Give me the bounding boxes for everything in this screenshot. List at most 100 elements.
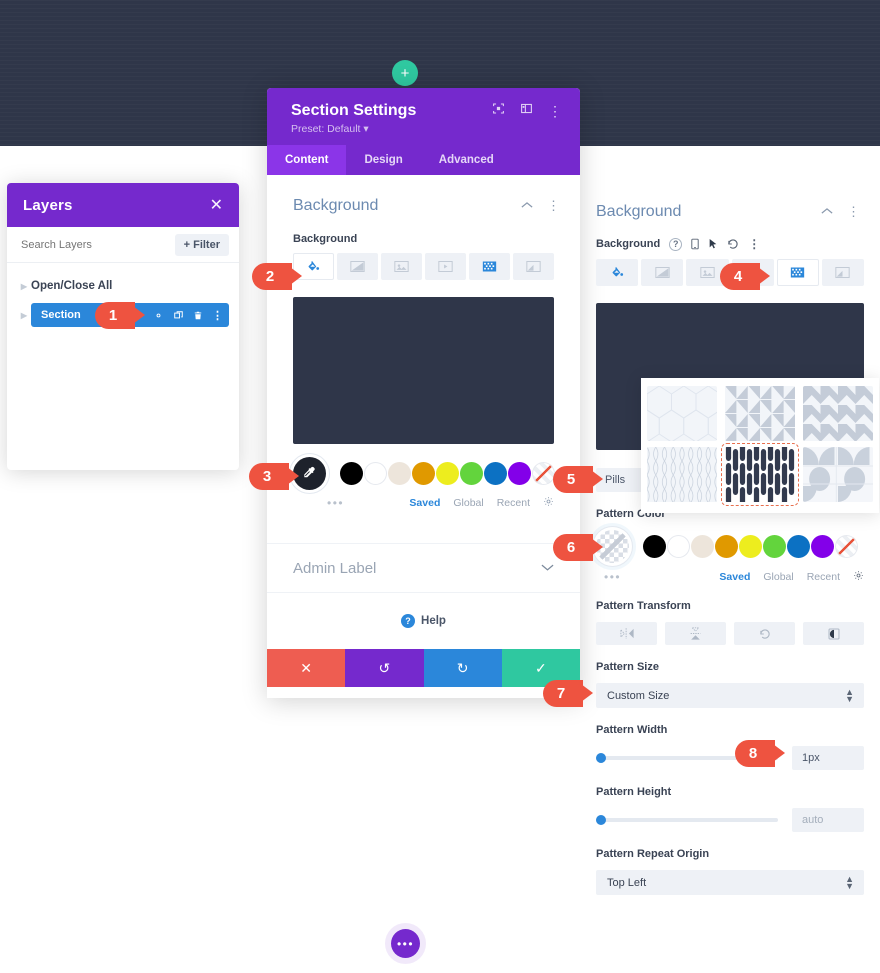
bg-type-mask[interactable] — [821, 259, 865, 286]
rotate-icon[interactable] — [734, 622, 795, 645]
bg-type-color-fill[interactable] — [596, 259, 639, 286]
bg-type-mask[interactable] — [513, 253, 554, 280]
swatch-transparent[interactable] — [532, 462, 555, 485]
tab-advanced[interactable]: Advanced — [421, 145, 512, 175]
swatch-orange[interactable] — [412, 462, 435, 485]
redo-button[interactable]: ↻ — [423, 649, 502, 687]
trash-icon[interactable] — [193, 310, 203, 321]
color-tab-global[interactable]: Global — [453, 497, 483, 509]
chevron-up-icon[interactable] — [521, 200, 533, 212]
search-input[interactable] — [21, 238, 141, 251]
pattern-height-input[interactable]: auto — [792, 808, 864, 832]
flip-horizontal-icon[interactable] — [596, 622, 657, 645]
gear-icon[interactable] — [153, 310, 164, 321]
pattern-size-select[interactable]: Custom Size ▲ ▼ — [596, 683, 864, 708]
redo-icon: ↻ — [456, 659, 469, 676]
duplicate-icon[interactable] — [173, 310, 184, 321]
ellipsis-vertical-icon[interactable]: ⋮ — [547, 198, 560, 214]
bg-type-video[interactable] — [425, 253, 466, 280]
ellipsis-icon[interactable]: ••• — [604, 570, 621, 584]
pattern-size-label: Pattern Size — [596, 661, 659, 673]
color-tab-recent[interactable]: Recent — [497, 497, 530, 509]
gear-icon[interactable] — [543, 496, 554, 510]
circles-pattern[interactable] — [803, 447, 873, 502]
slider-knob[interactable] — [596, 815, 606, 825]
chevron-up-icon[interactable] — [821, 206, 833, 218]
bg-type-pattern[interactable] — [469, 253, 510, 280]
pattern-width-input[interactable]: 1px — [792, 746, 864, 770]
swatch-yellow[interactable] — [739, 535, 762, 558]
moroccan-pattern[interactable] — [647, 447, 717, 502]
filter-button[interactable]: + Filter — [174, 233, 229, 256]
preset-selector[interactable]: Preset: Default ▾ — [291, 123, 416, 135]
admin-label-title: Admin Label — [293, 559, 377, 577]
color-tab-recent[interactable]: Recent — [807, 571, 840, 583]
ellipsis-vertical-icon[interactable]: ⋮ — [748, 237, 760, 251]
swatch-green[interactable] — [763, 535, 786, 558]
mobile-icon[interactable] — [691, 238, 699, 250]
ellipsis-vertical-icon[interactable]: ⋮ — [847, 204, 860, 220]
swatch-blue[interactable] — [787, 535, 810, 558]
tab-content[interactable]: Content — [267, 145, 347, 175]
swatch-purple[interactable] — [508, 462, 531, 485]
cancel-button[interactable]: ✕ — [267, 649, 346, 687]
swatch-white[interactable] — [667, 535, 690, 558]
admin-label-toggle[interactable]: Admin Label — [267, 543, 580, 593]
reset-icon[interactable] — [727, 238, 739, 250]
ellipsis-icon[interactable]: ••• — [327, 496, 344, 510]
question-icon[interactable]: ? — [669, 238, 682, 251]
add-section-button[interactable]: + — [392, 60, 418, 86]
rp-background-field-row: Background ? ⋮ — [580, 221, 880, 259]
toggle-title: Background — [596, 203, 682, 220]
tab-design[interactable]: Design — [346, 145, 420, 175]
swatch-cream[interactable] — [691, 535, 714, 558]
background-color-preview[interactable] — [293, 297, 554, 444]
bg-type-pattern[interactable] — [776, 259, 819, 286]
bg-type-image[interactable] — [381, 253, 422, 280]
undo-button[interactable]: ↺ — [345, 649, 424, 687]
color-tab-saved[interactable]: Saved — [409, 497, 440, 509]
bg-type-gradient[interactable] — [337, 253, 378, 280]
swatch-purple[interactable] — [811, 535, 834, 558]
swatch-blue[interactable] — [484, 462, 507, 485]
close-icon[interactable]: ✕ — [210, 195, 223, 215]
pattern-color-swatch-list — [643, 535, 858, 558]
gear-icon[interactable] — [853, 570, 864, 584]
swatch-orange[interactable] — [715, 535, 738, 558]
chevron-pattern[interactable] — [803, 386, 873, 441]
swatch-green[interactable] — [460, 462, 483, 485]
color-tab-global[interactable]: Global — [763, 571, 793, 583]
callout-badge-2: 2 — [252, 263, 302, 290]
flip-vertical-icon[interactable] — [665, 622, 726, 645]
callout-badge-5: 5 — [553, 466, 603, 493]
help-link[interactable]: ? Help — [267, 593, 580, 649]
swatch-cream[interactable] — [388, 462, 411, 485]
ellipsis-vertical-icon[interactable]: ⋮ — [548, 103, 562, 120]
swatch-black[interactable] — [643, 535, 666, 558]
layers-search-bar: + Filter — [7, 227, 239, 263]
pattern-color-meta-row: ••• Saved Global Recent — [580, 563, 880, 584]
expand-icon[interactable] — [492, 102, 505, 120]
pattern-repeat-origin-select[interactable]: Top Left ▲ ▼ — [596, 870, 864, 895]
cursor-icon[interactable] — [708, 238, 718, 250]
pills-pattern[interactable] — [721, 443, 799, 506]
pattern-height-slider[interactable] — [596, 815, 778, 825]
swatch-transparent[interactable] — [835, 535, 858, 558]
swatch-black[interactable] — [340, 462, 363, 485]
pattern-size-value: Custom Size — [607, 689, 670, 702]
rp-background-toggle-header[interactable]: Background ⋮ — [580, 185, 880, 221]
page-settings-fab[interactable]: ••• — [391, 929, 420, 958]
swatch-white[interactable] — [364, 462, 387, 485]
color-tab-saved[interactable]: Saved — [719, 571, 750, 583]
bg-type-gradient[interactable] — [641, 259, 684, 286]
rp-background-field-label: Background — [596, 238, 661, 250]
slider-knob[interactable] — [596, 753, 606, 763]
hexagons-pattern[interactable] — [647, 386, 717, 441]
ellipsis-vertical-icon[interactable]: ⋮ — [212, 309, 223, 322]
background-toggle-header[interactable]: Background ⋮ — [267, 175, 580, 215]
triangles-pattern[interactable] — [725, 386, 795, 441]
invert-icon[interactable] — [803, 622, 864, 645]
swatch-yellow[interactable] — [436, 462, 459, 485]
layer-open-close-all[interactable]: ▶ Open/Close All — [17, 275, 229, 297]
layout-icon[interactable] — [520, 102, 533, 120]
